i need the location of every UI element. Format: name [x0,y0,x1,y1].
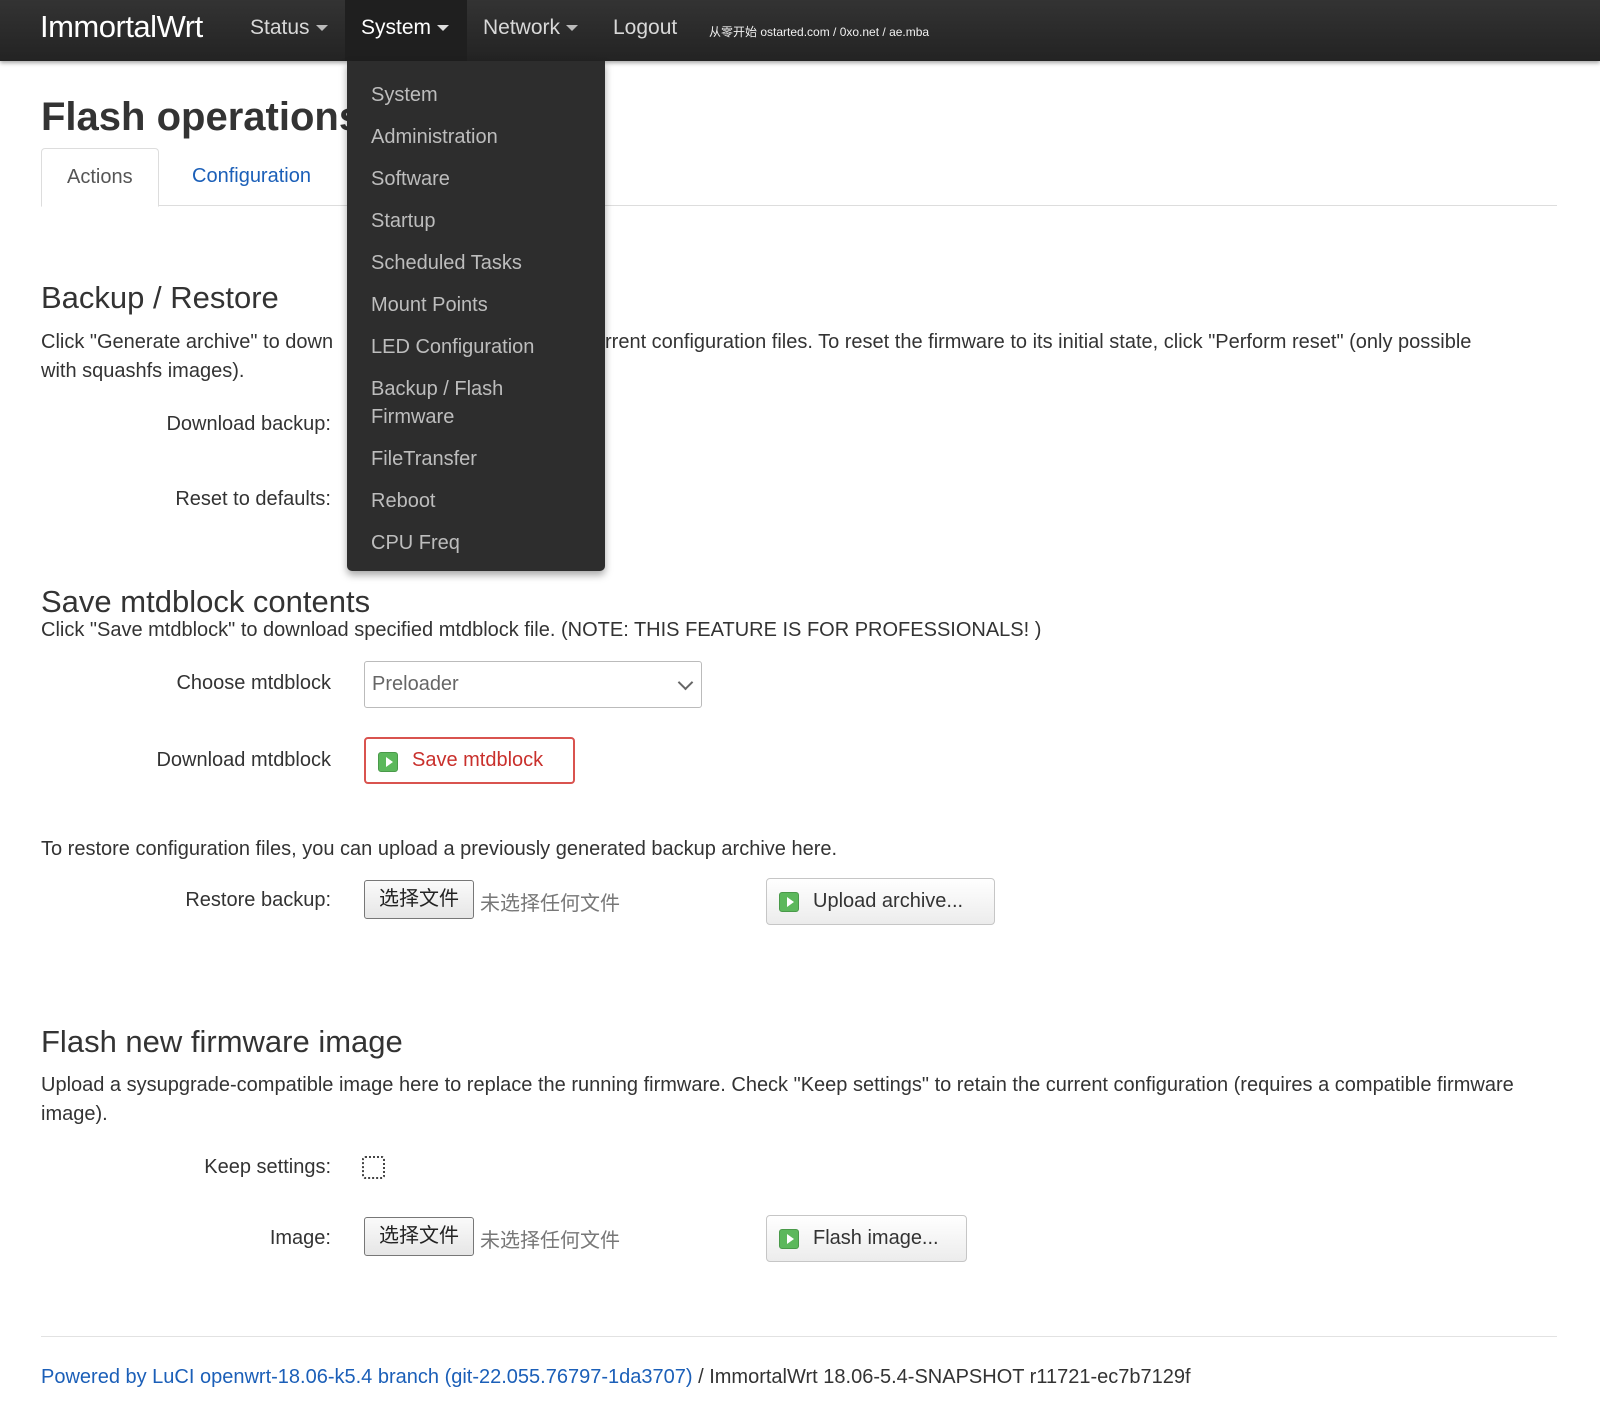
menu-item-software[interactable]: Software [347,159,605,201]
nav-network-label: Network [483,16,561,39]
menu-item-mount-points[interactable]: Mount Points [347,285,605,327]
flash-firmware-heading: Flash new firmware image [41,1024,403,1059]
mtdblock-select[interactable]: Preloader [364,661,702,708]
menu-item-administration[interactable]: Administration [347,117,605,159]
restore-choose-file-button[interactable]: 选择文件 [364,880,474,919]
tab-bar: Actions Configuration [41,148,1557,207]
nav-network[interactable]: Network [467,0,594,61]
save-mtdblock-button[interactable]: Save mtdblock [364,737,575,784]
mtdblock-select-value: Preloader [372,673,459,695]
caret-down-icon [566,25,579,32]
menu-item-backup-flash-firmware[interactable]: Backup / Flash Firmware [347,369,547,439]
choose-mtdblock-label: Choose mtdblock [176,672,331,694]
backup-desc-line2: with squashfs images). [41,360,245,382]
top-navbar: ImmortalWrt Status System Network Logout… [0,0,1600,61]
brand-logo[interactable]: ImmortalWrt [40,9,203,45]
reset-defaults-label: Reset to defaults: [175,488,331,510]
mtdblock-heading: Save mtdblock contents [41,584,371,619]
menu-item-cpu-freq[interactable]: CPU Freq [347,523,605,565]
navbar-note: 从零开始 ostarted.com / 0xo.net / ae.mba [709,25,930,39]
download-backup-label: Download backup: [166,413,331,435]
menu-item-scheduled-tasks[interactable]: Scheduled Tasks [347,243,605,285]
nav-system-label: System [361,16,432,39]
image-choose-file-button[interactable]: 选择文件 [364,1217,474,1256]
restore-no-file-text: 未选择任何文件 [480,893,620,915]
menu-item-system[interactable]: System [347,75,605,117]
flash-firmware-desc: Upload a sysupgrade-compatible image her… [41,1074,1514,1125]
caret-down-icon [437,25,450,32]
footer: Powered by LuCI openwrt-18.06-k5.4 branc… [41,1366,1191,1389]
nav-status-label: Status [250,16,310,39]
play-icon [779,892,799,912]
nav-logout[interactable]: Logout [597,0,693,61]
nav-status[interactable]: Status [234,0,344,61]
system-dropdown-menu: System Administration Software Startup S… [347,61,605,571]
footer-version-text: / ImmortalWrt 18.06-5.4-SNAPSHOT r11721-… [692,1366,1191,1388]
flash-image-button[interactable]: Flash image... [766,1215,967,1262]
restore-desc: To restore configuration files, you can … [41,838,838,860]
menu-item-filetransfer[interactable]: FileTransfer [347,439,605,481]
image-no-file-text: 未选择任何文件 [480,1230,620,1252]
backup-desc-left: Click "Generate archive" to down [41,331,334,353]
keep-settings-checkbox[interactable] [362,1156,385,1179]
nav-system[interactable]: System [345,0,467,61]
play-icon [378,752,398,772]
mtdblock-desc: Click "Save mtdblock" to download specif… [41,619,1042,641]
footer-divider [41,1336,1557,1337]
download-mtdblock-label: Download mtdblock [156,749,331,771]
upload-archive-button[interactable]: Upload archive... [766,878,995,925]
tab-actions[interactable]: Actions [41,148,159,207]
backup-restore-heading: Backup / Restore [41,280,279,315]
page-title: Flash operations [41,95,362,139]
keep-settings-label: Keep settings: [204,1156,331,1178]
image-label: Image: [269,1227,331,1249]
menu-item-reboot[interactable]: Reboot [347,481,605,523]
save-mtdblock-label: Save mtdblock [412,749,544,771]
backup-desc-right: rrent configuration files. To reset the … [605,331,1472,353]
menu-item-startup[interactable]: Startup [347,201,605,243]
flash-image-label: Flash image... [813,1227,939,1249]
footer-luci-link[interactable]: Powered by LuCI openwrt-18.06-k5.4 branc… [41,1366,693,1388]
upload-archive-label: Upload archive... [813,890,964,912]
caret-down-icon [315,25,328,32]
tab-configuration[interactable]: Configuration [167,148,336,207]
chevron-down-icon [677,674,694,691]
play-icon [779,1229,799,1249]
menu-item-led-configuration[interactable]: LED Configuration [347,327,605,369]
restore-backup-label: Restore backup: [185,889,331,911]
